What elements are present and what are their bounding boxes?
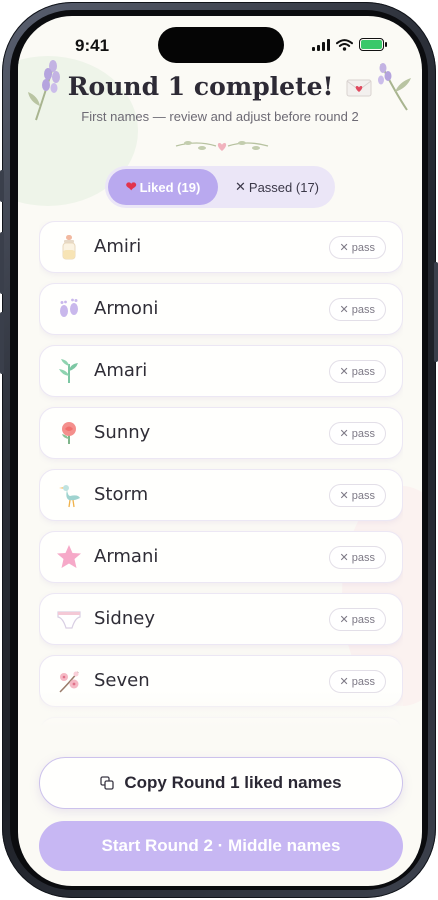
pass-button[interactable]: ✕pass <box>328 360 386 383</box>
x-icon: ✕ <box>339 304 349 316</box>
pass-button[interactable]: ✕pass <box>328 236 386 259</box>
action-button <box>0 170 4 202</box>
page-title: Round 1 complete! <box>18 72 422 101</box>
love-letter-icon <box>346 79 372 97</box>
tab-liked-label: Liked (19) <box>139 179 201 195</box>
footprints-icon <box>60 298 78 317</box>
x-icon: ✕ <box>339 242 349 254</box>
x-icon: ✕ <box>339 366 349 378</box>
pass-label: pass <box>351 365 375 378</box>
list-item[interactable]: Amiri ✕ pass <box>39 221 403 273</box>
x-icon: ✕ <box>339 490 349 502</box>
pass-label: pass <box>351 427 375 440</box>
tab-liked[interactable]: ❤ Liked (19) <box>108 169 218 205</box>
list-item[interactable]: Amari ✕ pass <box>39 345 403 397</box>
name-label: Storm <box>94 484 149 505</box>
power-button <box>434 262 438 362</box>
status-time: 9:41 <box>75 36 110 55</box>
page-title-text: Round 1 complete! <box>67 72 334 101</box>
list-item[interactable]: Armani ✕ pass <box>39 531 403 583</box>
start-round-2-button[interactable]: Start Round 2 · Middle names <box>39 821 403 871</box>
pass-label: pass <box>351 489 375 502</box>
status-icons <box>312 38 387 51</box>
volume-up-button <box>0 232 4 294</box>
pass-button[interactable]: ✕pass <box>328 608 386 631</box>
x-icon: ✕ <box>339 614 349 626</box>
name-label: Seven <box>94 670 150 691</box>
volume-down-button <box>0 312 4 374</box>
name-label: Armani <box>94 546 159 567</box>
liked-passed-toggle: ❤ Liked (19) ✕ Passed (17) <box>105 166 335 208</box>
star-icon <box>57 545 81 568</box>
pass-button[interactable]: ✕pass <box>328 298 386 321</box>
pass-label: pass <box>351 241 375 254</box>
pass-button[interactable]: ✕pass <box>328 484 386 507</box>
list-item[interactable]: Sunny ✕ pass <box>39 407 403 459</box>
name-label: Amari <box>94 360 148 381</box>
name-label: Sidney <box>94 608 155 629</box>
copy-liked-names-button[interactable]: Copy Round 1 liked names <box>39 757 403 809</box>
pass-label: pass <box>351 551 375 564</box>
copy-icon <box>100 776 115 790</box>
name-label: Amiri <box>94 236 142 257</box>
screen: 9:41 Round 1 complete! First names — rev… <box>18 16 422 886</box>
name-label: Armoni <box>94 298 159 319</box>
vine-divider-icon <box>175 141 269 151</box>
diaper-icon <box>57 611 81 629</box>
baby-bottle-icon <box>62 235 76 260</box>
tab-passed-label: Passed (17) <box>248 179 319 195</box>
pass-button[interactable]: ✕pass <box>328 546 386 569</box>
pass-button[interactable]: ✕pass <box>328 422 386 445</box>
heart-icon: ❤ <box>125 179 137 194</box>
pass-button[interactable]: ✕pass <box>328 670 386 693</box>
signal-icon <box>312 38 330 51</box>
page-subtitle: First names — review and adjust before r… <box>81 109 359 124</box>
wifi-icon <box>336 38 353 51</box>
battery-icon <box>359 38 387 51</box>
x-icon: ✕ <box>339 552 349 564</box>
x-icon: ✕ <box>339 676 349 688</box>
tab-passed[interactable]: ✕ Passed (17) <box>222 169 332 205</box>
stork-icon <box>59 485 80 508</box>
names-list[interactable]: Amiri ✕ pass Armoni ✕ pass Amari ✕ pass … <box>39 221 403 739</box>
x-icon: ✕ <box>235 179 246 194</box>
copy-button-label: Copy Round 1 liked names <box>124 773 342 792</box>
name-label: Sunny <box>94 422 151 443</box>
list-item[interactable]: Sidney ✕ pass <box>39 593 403 645</box>
list-item[interactable]: Storm ✕ pass <box>39 469 403 521</box>
start-button-label: Start Round 2 · Middle names <box>101 836 341 855</box>
sprout-icon <box>59 359 78 383</box>
list-item[interactable]: Armoni ✕ pass <box>39 283 403 335</box>
x-icon: ✕ <box>339 428 349 440</box>
pass-label: pass <box>351 675 375 688</box>
rose-icon <box>62 422 76 444</box>
list-fade-overlay <box>39 691 403 739</box>
pass-label: pass <box>351 613 375 626</box>
dynamic-island <box>158 27 284 63</box>
pass-label: pass <box>351 303 375 316</box>
